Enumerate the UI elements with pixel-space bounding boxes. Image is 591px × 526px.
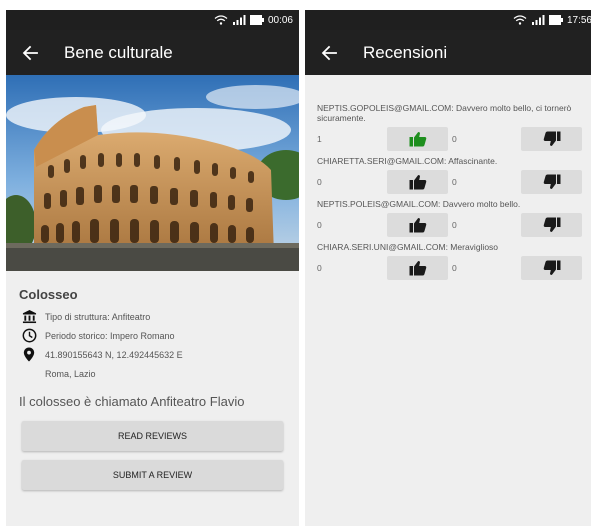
status-bar: 17:56 — [305, 10, 591, 30]
app-bar: Bene culturale — [6, 30, 299, 75]
review-vote-bar: 00 — [317, 256, 586, 280]
like-button[interactable] — [387, 127, 448, 151]
thumb-up-icon — [409, 174, 427, 190]
like-count: 0 — [317, 263, 322, 273]
app-bar: Recensioni — [305, 30, 591, 75]
bank-icon — [19, 309, 39, 324]
info-row-type: Tipo di struttura: Anfiteatro — [19, 307, 286, 326]
thumb-up-icon — [409, 260, 427, 276]
place-description: Il colosseo è chiamato Anfiteatro Flavio — [19, 394, 245, 409]
dislike-count: 0 — [452, 177, 457, 187]
coordinates: 41.890155643 N, 12.492445632 E — [45, 349, 183, 360]
thumb-down-icon — [543, 260, 561, 276]
status-bar: 00:06 — [6, 10, 299, 30]
review-vote-bar: 10 — [317, 127, 586, 151]
page-title: Recensioni — [363, 42, 448, 62]
review-text: CHIARETTA.SERI@GMAIL.COM: Affascinante. — [317, 156, 498, 166]
status-time: 17:56 — [566, 14, 591, 26]
reviews-list: NEPTIS.GOPOLEIS@GMAIL.COM: Davvero molto… — [305, 75, 591, 280]
dislike-count: 0 — [452, 134, 457, 144]
page-title: Bene culturale — [64, 42, 173, 62]
thumb-down-icon — [543, 217, 561, 233]
like-count: 0 — [317, 177, 322, 187]
like-button[interactable] — [387, 213, 448, 237]
location-pin-icon — [19, 347, 39, 362]
dislike-count: 0 — [452, 220, 457, 230]
like-button[interactable] — [387, 256, 448, 280]
submit-review-button[interactable]: SUBMIT A REVIEW — [22, 460, 283, 490]
arrow-back-icon[interactable] — [20, 43, 40, 63]
signal-icon — [232, 15, 246, 25]
detail-screen: 00:06 Bene culturale Colosseo Tipo di st… — [6, 10, 299, 526]
wifi-icon — [513, 15, 527, 25]
review-vote-bar: 00 — [317, 170, 586, 194]
review-text: CHIARA.SERI.UNI@GMAIL.COM: Meraviglioso — [317, 242, 499, 252]
reviews-screen: 17:56 Recensioni NEPTIS.GOPOLEIS@GMAIL.C… — [305, 10, 591, 526]
place-name: Colosseo — [19, 287, 78, 302]
review-item: NEPTIS.GOPOLEIS@GMAIL.COM: Davvero molto… — [317, 103, 586, 151]
clock-icon — [19, 328, 39, 343]
like-button[interactable] — [387, 170, 448, 194]
thumb-up-icon — [409, 131, 427, 147]
location-text: Roma, Lazio — [45, 368, 96, 379]
thumb-up-icon — [409, 217, 427, 233]
review-item: NEPTIS.POLEIS@GMAIL.COM: Davvero molto b… — [317, 199, 586, 237]
historical-period: Periodo storico: Impero Romano — [45, 330, 175, 341]
review-text: NEPTIS.POLEIS@GMAIL.COM: Davvero molto b… — [317, 199, 521, 209]
status-time: 00:06 — [267, 14, 293, 26]
thumb-down-icon — [543, 174, 561, 190]
structure-type: Tipo di struttura: Anfiteatro — [45, 311, 151, 322]
review-item: CHIARETTA.SERI@GMAIL.COM: Affascinante. 0… — [317, 156, 586, 194]
read-reviews-button[interactable]: READ REVIEWS — [22, 421, 283, 451]
review-text: NEPTIS.GOPOLEIS@GMAIL.COM: Davvero molto… — [317, 103, 572, 123]
arrow-back-icon[interactable] — [319, 43, 339, 63]
review-item: CHIARA.SERI.UNI@GMAIL.COM: Meraviglioso 0… — [317, 242, 586, 280]
battery-icon — [249, 15, 264, 25]
place-details: Colosseo Tipo di struttura: Anfiteatro P… — [6, 271, 299, 490]
like-count: 1 — [317, 134, 322, 144]
signal-icon — [531, 15, 545, 25]
info-row-period: Periodo storico: Impero Romano — [19, 326, 286, 345]
review-vote-bar: 00 — [317, 213, 586, 237]
colosseum-photo — [6, 75, 299, 271]
like-count: 0 — [317, 220, 322, 230]
wifi-icon — [214, 15, 228, 25]
info-row-location: Roma, Lazio — [19, 364, 286, 383]
dislike-button[interactable] — [521, 127, 582, 151]
dislike-count: 0 — [452, 263, 457, 273]
battery-icon — [548, 15, 563, 25]
info-row-coords: 41.890155643 N, 12.492445632 E — [19, 345, 286, 364]
dislike-button[interactable] — [521, 170, 582, 194]
dislike-button[interactable] — [521, 256, 582, 280]
thumb-down-icon — [543, 131, 561, 147]
dislike-button[interactable] — [521, 213, 582, 237]
